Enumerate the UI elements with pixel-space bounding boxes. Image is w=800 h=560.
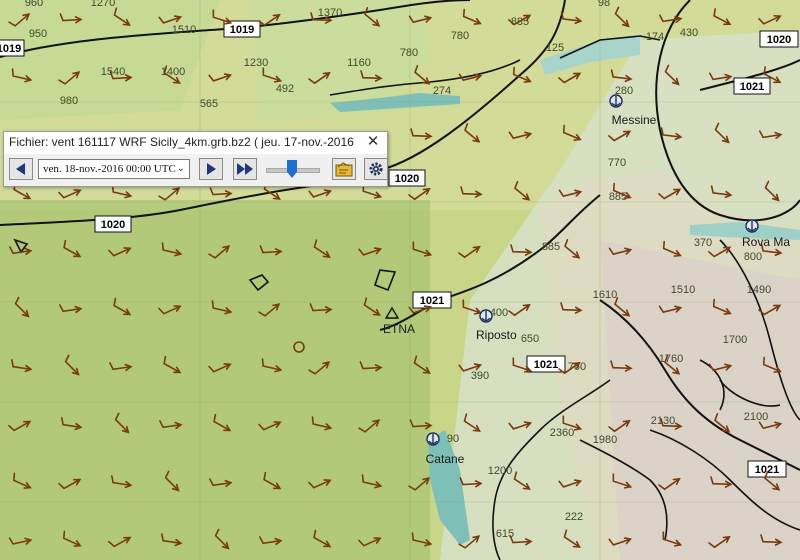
place-label-etna: ETNA <box>383 322 415 336</box>
elevation-label: 98 <box>598 0 610 9</box>
elevation-label: 390 <box>471 370 489 382</box>
svg-text:1021: 1021 <box>420 295 444 307</box>
toolbar-controls: ven. 18-nov.-2016 00:00 UTC ⌄ <box>4 156 388 184</box>
elevation-label: 780 <box>400 47 418 59</box>
elevation-label: 800 <box>744 251 762 263</box>
isobar-label: 1019 <box>0 39 25 57</box>
next-record-icon <box>207 163 216 175</box>
elevation-label: 1270 <box>91 0 115 9</box>
elevation-label: 1370 <box>318 7 342 19</box>
svg-text:1020: 1020 <box>395 173 419 185</box>
anchor-icon <box>745 219 759 233</box>
elevation-label: 980 <box>60 95 78 107</box>
elevation-label: 174 <box>646 31 664 43</box>
svg-text:1021: 1021 <box>740 81 764 93</box>
close-icon[interactable]: ✕ <box>365 134 381 150</box>
place-label-catane: Catane <box>426 452 465 466</box>
fast-forward-icon <box>237 163 253 175</box>
elevation-label: 780 <box>451 30 469 42</box>
anchor-icon <box>426 432 440 446</box>
anchor-icon <box>609 94 623 108</box>
elevation-label: 222 <box>565 511 583 523</box>
elevation-label: 565 <box>200 98 218 110</box>
svg-text:1019: 1019 <box>230 24 254 36</box>
time-slider[interactable] <box>266 160 320 180</box>
elevation-label: 1200 <box>488 465 512 477</box>
date-select[interactable]: ven. 18-nov.-2016 00:00 UTC ⌄ <box>38 159 190 179</box>
elevation-label: 1510 <box>671 284 695 296</box>
settings-button[interactable] <box>364 158 388 180</box>
elevation-label: 370 <box>694 237 712 249</box>
elevation-label: 2100 <box>744 411 768 423</box>
anchor-icon <box>479 309 493 323</box>
elevation-label: 960 <box>25 0 43 9</box>
elevation-label: 1230 <box>244 57 268 69</box>
chevron-down-icon: ⌄ <box>176 163 185 174</box>
place-label-riposto: Riposto <box>476 328 517 342</box>
elevation-label: 1540 <box>101 66 125 78</box>
load-file-icon <box>335 162 353 177</box>
grib-data-toolbar[interactable]: Fichier: vent 161117 WRF Sicily_4km.grb.… <box>3 131 388 187</box>
svg-text:1019: 1019 <box>0 43 21 55</box>
svg-text:1020: 1020 <box>767 34 791 46</box>
elevation-label: 492 <box>276 83 294 95</box>
load-file-button[interactable] <box>332 158 356 180</box>
elevation-label: 650 <box>521 333 539 345</box>
fast-forward-button[interactable] <box>233 158 257 180</box>
elevation-label: 950 <box>29 28 47 40</box>
date-select-value: ven. 18-nov.-2016 00:00 UTC <box>43 163 176 175</box>
elevation-label: 274 <box>433 85 451 97</box>
elevation-label: 770 <box>608 157 626 169</box>
weather-map[interactable]: 1019 1019 1020 1020 1020 1021 1021 1021 … <box>0 0 800 560</box>
svg-text:1020: 1020 <box>101 219 125 231</box>
elevation-label: 885 <box>542 241 560 253</box>
toolbar-title: Fichier: vent 161117 WRF Sicily_4km.grb.… <box>9 135 354 149</box>
prev-record-button[interactable] <box>9 158 33 180</box>
elevation-label: 1510 <box>172 24 196 36</box>
elevation-label: 2360 <box>550 427 574 439</box>
elevation-label: 125 <box>546 42 564 54</box>
svg-text:1021: 1021 <box>534 359 558 371</box>
prev-record-icon <box>16 163 25 175</box>
isobar-label: 1020 <box>94 215 132 233</box>
elevation-label: 1160 <box>347 57 371 69</box>
elevation-label: 1980 <box>593 434 617 446</box>
elevation-label: 1700 <box>723 334 747 346</box>
settings-gear-icon <box>369 162 383 176</box>
isobar-label: 1021 <box>412 291 452 309</box>
isobar-label: 1020 <box>759 30 799 48</box>
toolbar-title-bar[interactable]: Fichier: vent 161117 WRF Sicily_4km.grb.… <box>4 132 387 154</box>
elevation-label: 90 <box>447 433 459 445</box>
slider-thumb[interactable] <box>287 160 297 178</box>
place-label-messine: Messine <box>612 113 657 127</box>
elevation-label: 1760 <box>659 353 683 365</box>
elevation-label: 430 <box>680 27 698 39</box>
next-record-button[interactable] <box>199 158 223 180</box>
isobar-label: 1021 <box>733 77 771 95</box>
elevation-label: 1490 <box>747 284 771 296</box>
isobar-label: 1020 <box>388 169 426 187</box>
elevation-label: 1610 <box>593 289 617 301</box>
place-label-rova-ma: Rova Ma <box>742 235 790 249</box>
